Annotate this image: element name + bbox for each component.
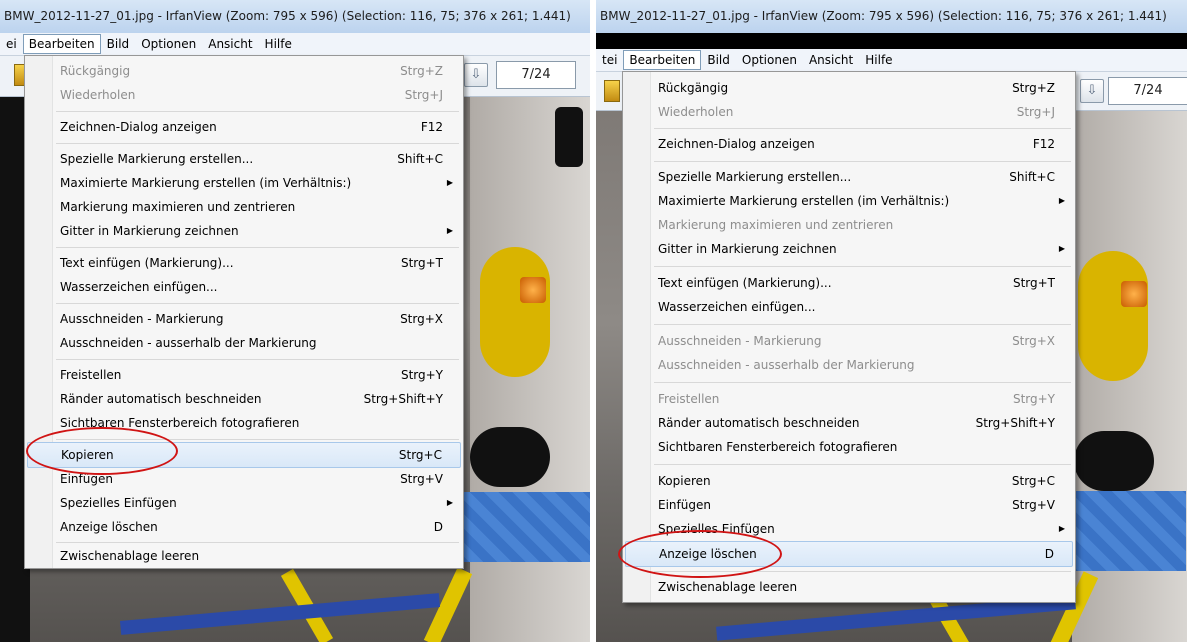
menu-bild[interactable]: Bild [701,50,736,70]
menu-item-undo[interactable]: Rückgängig Strg+Z [625,76,1073,100]
menu-item-paste-special[interactable]: Spezielles Einfügen ▶ [27,491,461,515]
menu-item-capture-visible[interactable]: Sichtbaren Fensterbereich fotografieren [625,435,1073,459]
menu-item-insert-text[interactable]: Text einfügen (Markierung)... Strg+T [625,271,1073,295]
menu-item-maximize-center[interactable]: Markierung maximieren und zentrieren [625,213,1073,237]
menu-item-cut-selection[interactable]: Ausschneiden - Markierung Strg+X [625,329,1073,353]
screenshot-right: BMW_2012-11-27_01.jpg - IrfanView (Zoom:… [596,0,1187,642]
menu-item-cut-outside[interactable]: Ausschneiden - ausserhalb der Markierung [625,353,1073,377]
menu-item-grid[interactable]: Gitter in Markierung zeichnen ▶ [27,219,461,243]
menu-item-paste[interactable]: Einfügen Strg+V [625,493,1073,517]
menu-item-max-selection[interactable]: Maximierte Markierung erstellen (im Verh… [625,189,1073,213]
menu-optionen[interactable]: Optionen [135,34,202,54]
menu-optionen[interactable]: Optionen [736,50,803,70]
menu-bild[interactable]: Bild [101,34,136,54]
menu-bar: ei Bearbeiten Bild Optionen Ansicht Hilfe [0,33,590,56]
next-page-icon[interactable]: ⇩ [1080,79,1104,103]
menu-datei[interactable]: ei [0,34,23,54]
menu-item-paint-dialog[interactable]: Zeichnen-Dialog anzeigen F12 [625,132,1073,156]
submenu-arrow-icon: ▶ [446,178,453,187]
menu-item-redo[interactable]: Wiederholen Strg+J [27,83,461,107]
window-title: BMW_2012-11-27_01.jpg - IrfanView (Zoom:… [0,0,590,33]
menu-item-crop[interactable]: Freistellen Strg+Y [625,387,1073,411]
menu-hilfe[interactable]: Hilfe [859,50,898,70]
submenu-arrow-icon: ▶ [1058,196,1065,205]
menu-bearbeiten[interactable]: Bearbeiten [22,34,101,54]
menu-item-paint-dialog[interactable]: Zeichnen-Dialog anzeigen F12 [27,115,461,139]
highlight-ellipse [26,427,178,475]
menu-bar: tei Bearbeiten Bild Optionen Ansicht Hilfe [596,49,1187,72]
menu-item-undo[interactable]: Rückgängig Strg+Z [27,59,461,83]
next-page-icon[interactable]: ⇩ [464,63,488,87]
menu-datei[interactable]: tei [596,50,623,70]
toolbar-icon[interactable] [604,80,620,102]
menu-item-empty-clipboard[interactable]: Zwischenablage leeren [27,544,461,568]
menu-ansicht[interactable]: Ansicht [202,34,258,54]
menu-item-clear-display[interactable]: Anzeige löschen D [27,515,461,539]
menu-item-custom-selection[interactable]: Spezielle Markierung erstellen... Shift+C [27,147,461,171]
menu-item-auto-crop[interactable]: Ränder automatisch beschneiden Strg+Shift… [625,411,1073,435]
page-counter: 7/24 [496,61,576,89]
edit-menu: Rückgängig Strg+Z Wiederholen Strg+J Zeich… [24,55,464,569]
menu-item-insert-text[interactable]: Text einfügen (Markierung)... Strg+T [27,251,461,275]
menu-item-copy[interactable]: Kopieren Strg+C [625,469,1073,493]
screenshot-left: BMW_2012-11-27_01.jpg - IrfanView (Zoom:… [0,0,590,642]
menu-item-custom-selection[interactable]: Spezielle Markierung erstellen... Shift+C [625,165,1073,189]
menu-item-grid[interactable]: Gitter in Markierung zeichnen ▶ [625,237,1073,261]
menu-item-cut-outside[interactable]: Ausschneiden - ausserhalb der Markierung [27,331,461,355]
submenu-arrow-icon: ▶ [1058,244,1065,253]
menu-bearbeiten[interactable]: Bearbeiten [623,50,702,70]
menu-item-max-selection[interactable]: Maximierte Markierung erstellen (im Verh… [27,171,461,195]
highlight-ellipse [618,530,782,578]
edit-menu: Rückgängig Strg+Z Wiederholen Strg+J Zeich… [622,71,1076,603]
menu-item-auto-crop[interactable]: Ränder automatisch beschneiden Strg+Shift… [27,387,461,411]
menu-item-redo[interactable]: Wiederholen Strg+J [625,100,1073,124]
menu-ansicht[interactable]: Ansicht [803,50,859,70]
menu-item-watermark[interactable]: Wasserzeichen einfügen... [625,295,1073,319]
submenu-arrow-icon: ▶ [446,226,453,235]
submenu-arrow-icon: ▶ [1058,524,1065,533]
menu-item-maximize-center[interactable]: Markierung maximieren und zentrieren [27,195,461,219]
menu-item-cut-selection[interactable]: Ausschneiden - Markierung Strg+X [27,307,461,331]
page-counter: 7/24 [1108,77,1187,105]
window-title: BMW_2012-11-27_01.jpg - IrfanView (Zoom:… [596,0,1187,33]
menu-hilfe[interactable]: Hilfe [259,34,298,54]
submenu-arrow-icon: ▶ [446,498,453,507]
menu-item-watermark[interactable]: Wasserzeichen einfügen... [27,275,461,299]
menu-item-crop[interactable]: Freistellen Strg+Y [27,363,461,387]
menu-item-empty-clipboard[interactable]: Zwischenablage leeren [625,575,1073,599]
